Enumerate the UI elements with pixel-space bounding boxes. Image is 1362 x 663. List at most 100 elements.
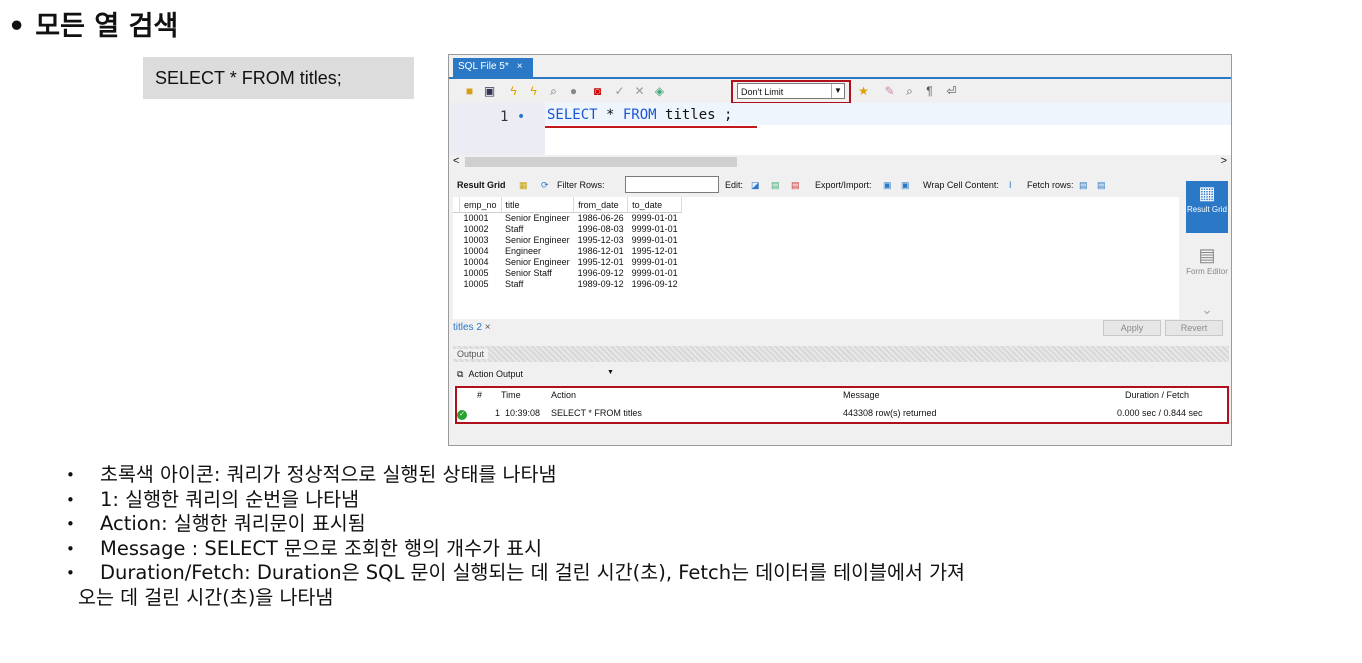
- grid-cell[interactable]: Senior Engineer: [501, 213, 574, 225]
- add-row-icon[interactable]: ▤: [771, 180, 780, 191]
- grid-cell[interactable]: 10004: [460, 257, 502, 268]
- fetch-all-icon[interactable]: ▤: [1097, 180, 1106, 191]
- bookmark-icon[interactable]: ★: [857, 85, 870, 98]
- workbench-screenshot: SQL File 5* × ■ ▣ ϟ ϟ ⌕ ● ◙ ✓ ✕ ◈ Don't L…: [448, 54, 1232, 446]
- grid-row[interactable]: 10002 Staff 1996-08-03 9999-01-01: [453, 224, 682, 235]
- grid-column-header[interactable]: from_date: [573, 197, 629, 213]
- scroll-thumb[interactable]: [465, 157, 737, 167]
- grid-cell[interactable]: 1995-12-01: [574, 257, 628, 268]
- fetch-next-icon[interactable]: ▤: [1079, 180, 1088, 191]
- grid-cell[interactable]: 10005: [460, 279, 502, 290]
- find-icon[interactable]: ⌕: [903, 85, 916, 98]
- sql-editor[interactable]: 1 • SELECT * FROM titles ;: [449, 103, 1231, 155]
- sql-code[interactable]: SELECT * FROM titles ;: [547, 107, 732, 123]
- grid-row[interactable]: 10001 Senior Engineer 1986-06-26 9999-01-01: [453, 213, 682, 225]
- heading-bullet: •: [8, 11, 26, 42]
- grid-cell[interactable]: 1996-08-03: [574, 224, 628, 235]
- result-tab-close-icon[interactable]: ×: [485, 322, 491, 333]
- grid-row[interactable]: 10004 Engineer 1986-12-01 1995-12-01: [453, 246, 682, 257]
- grid-cell[interactable]: 1996-09-12: [574, 268, 628, 279]
- grid-cell[interactable]: 1995-12-01: [628, 246, 682, 257]
- export-icon[interactable]: ▣: [883, 180, 892, 191]
- form-editor-side-button[interactable]: ▤ Form Editor: [1186, 243, 1228, 295]
- explain-icon[interactable]: ⌕: [547, 85, 560, 98]
- execute-current-icon[interactable]: ϟ: [527, 85, 540, 98]
- commit-icon[interactable]: ✓: [613, 85, 626, 98]
- grid-cell[interactable]: 1989-09-12: [574, 279, 628, 290]
- grid-row[interactable]: 10003 Senior Engineer 1995-12-03 9999-01-01: [453, 235, 682, 246]
- error-underline: [545, 126, 757, 128]
- grid-cell[interactable]: Staff: [501, 224, 574, 235]
- refresh-icon[interactable]: ⟳: [541, 180, 549, 191]
- copy-icon[interactable]: ⧉: [457, 369, 463, 379]
- grid-column-header[interactable]: title: [501, 197, 575, 213]
- delete-row-icon[interactable]: ▤: [791, 180, 800, 191]
- action-output-select[interactable]: ⧉ Action Output ▼: [457, 369, 614, 380]
- grid-cell[interactable]: Senior Engineer: [501, 235, 574, 246]
- grid-cell[interactable]: 9999-01-01: [628, 235, 682, 246]
- edit-label: Edit:: [725, 180, 744, 190]
- chevron-down-icon[interactable]: ▼: [607, 369, 614, 376]
- revert-button[interactable]: Revert: [1165, 320, 1223, 336]
- grid-cell[interactable]: 1986-12-01: [574, 246, 628, 257]
- beautify-icon[interactable]: ✎: [883, 85, 896, 98]
- grid-icon: ▦: [1198, 183, 1216, 203]
- result-grid-side-button[interactable]: ▦ Result Grid: [1186, 181, 1228, 233]
- rollback-icon[interactable]: ✕: [633, 85, 646, 98]
- grid-column-header[interactable]: emp_no: [459, 197, 502, 213]
- scroll-left-icon[interactable]: <: [453, 155, 459, 167]
- grid-cell[interactable]: Senior Staff: [501, 268, 574, 279]
- save-icon[interactable]: ▣: [483, 85, 496, 98]
- tab-sql-file[interactable]: SQL File 5* ×: [453, 58, 533, 77]
- result-side-panel: ▦ Result Grid ▤ Form Editor ⌄: [1183, 173, 1231, 329]
- output-panel-header: Output: [453, 346, 1229, 362]
- result-header-row: emp_no title from_date to_date: [453, 197, 683, 213]
- result-grid[interactable]: emp_no title from_date to_date 10001 Senior …: [453, 197, 1179, 319]
- editor-hscrollbar[interactable]: < >: [449, 155, 1231, 169]
- grid-cell[interactable]: 1996-09-12: [628, 279, 682, 290]
- line-number: 1 •: [500, 109, 526, 125]
- stop-icon[interactable]: ●: [567, 85, 580, 98]
- output-label: Output: [453, 349, 489, 359]
- execute-icon[interactable]: ϟ: [507, 85, 520, 98]
- grid-column-header[interactable]: to_date: [627, 197, 683, 213]
- import-icon[interactable]: ▣: [901, 180, 910, 191]
- open-folder-icon[interactable]: ■: [463, 85, 476, 98]
- filter-rows-input[interactable]: [625, 176, 719, 193]
- grid-cell[interactable]: Staff: [501, 279, 574, 290]
- wrap-icon[interactable]: ⏎: [945, 85, 958, 98]
- result-tab-titles[interactable]: titles 2 ×: [453, 322, 491, 333]
- invisible-chars-icon[interactable]: ¶: [923, 85, 936, 98]
- more-chevron-icon[interactable]: ⌄: [1186, 301, 1228, 318]
- grid-row[interactable]: 10005 Staff 1989-09-12 1996-09-12: [453, 279, 682, 290]
- grid-layout-icon[interactable]: ▦: [519, 180, 528, 191]
- grid-cell[interactable]: 10003: [460, 235, 502, 246]
- wrap-cell-icon[interactable]: I: [1009, 180, 1012, 190]
- sql-code-star: *: [597, 107, 623, 123]
- grid-cell[interactable]: 10002: [460, 224, 502, 235]
- grid-cell[interactable]: Engineer: [501, 246, 574, 257]
- autocommit-icon[interactable]: ◈: [653, 85, 666, 98]
- filter-rows-label: Filter Rows:: [557, 180, 605, 190]
- scroll-right-icon[interactable]: >: [1221, 155, 1227, 167]
- grid-row[interactable]: 10005 Senior Staff 1996-09-12 9999-01-01: [453, 268, 682, 279]
- apply-button[interactable]: Apply: [1103, 320, 1161, 336]
- bullet-duration: Duration/Fetch: Duration은 SQL 문이 실행되는 데 …: [60, 561, 965, 586]
- tab-close-icon[interactable]: ×: [517, 61, 523, 72]
- grid-cell[interactable]: 10004: [460, 246, 502, 257]
- grid-cell[interactable]: 9999-01-01: [628, 268, 682, 279]
- output-highlight-box: [455, 386, 1229, 424]
- grid-cell[interactable]: 9999-01-01: [628, 224, 682, 235]
- grid-cell[interactable]: 10005: [460, 268, 502, 279]
- grid-cell[interactable]: 9999-01-01: [628, 257, 682, 268]
- grid-cell[interactable]: 9999-01-01: [628, 213, 682, 225]
- grid-row[interactable]: 10004 Senior Engineer 1995-12-01 9999-01-01: [453, 257, 682, 268]
- grid-cell[interactable]: 1986-06-26: [574, 213, 628, 225]
- toggle-error-icon[interactable]: ◙: [591, 85, 604, 98]
- grid-cell[interactable]: 10001: [460, 213, 502, 225]
- bullet-green-icon: 초록색 아이콘: 쿼리가 정상적으로 실행된 상태를 나타냄: [60, 463, 965, 488]
- grid-cell[interactable]: 1995-12-03: [574, 235, 628, 246]
- edit-row-icon[interactable]: ◪: [751, 180, 760, 191]
- grid-cell[interactable]: Senior Engineer: [501, 257, 574, 268]
- result-grid-label[interactable]: Result Grid: [457, 180, 506, 190]
